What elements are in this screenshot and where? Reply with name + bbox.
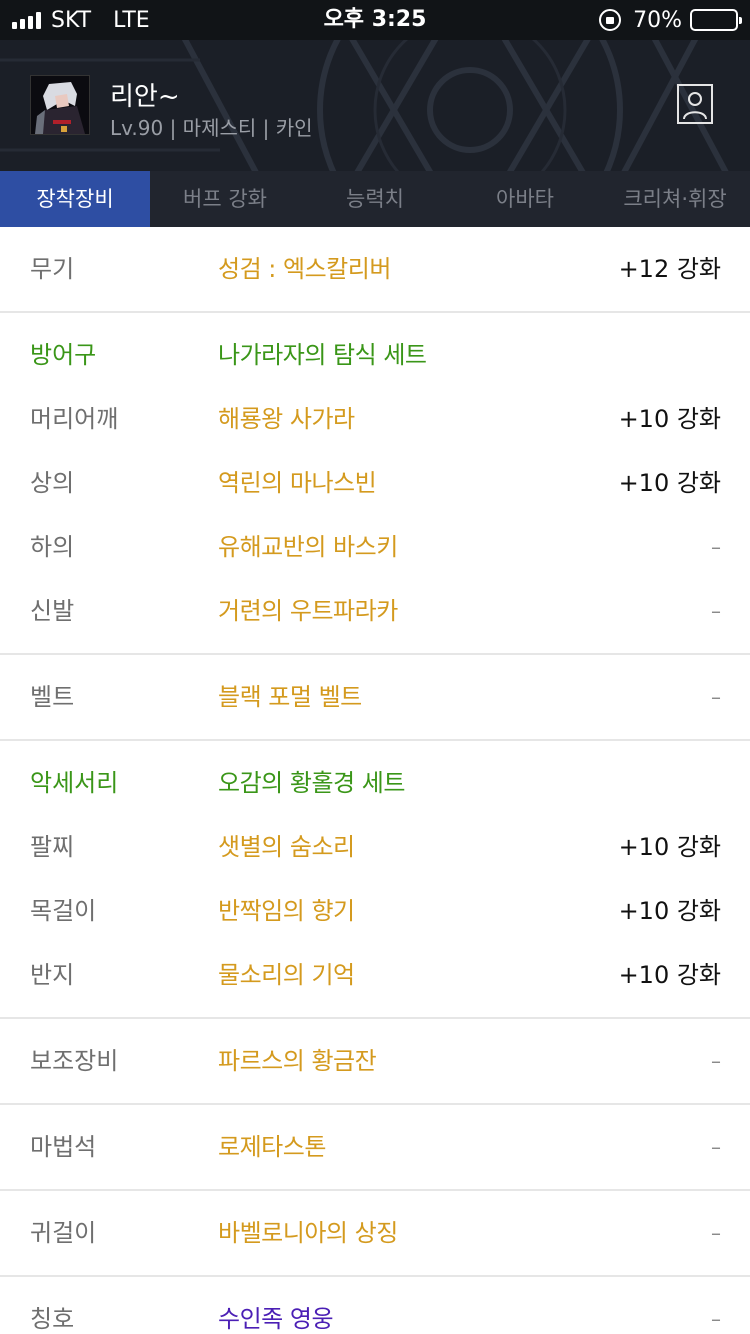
enhance-level: +10 강화: [618, 833, 721, 861]
profile-button[interactable]: [677, 84, 713, 124]
enhance-level: –: [711, 1049, 721, 1073]
equipment-row-belt[interactable]: 벨트 블랙 포멀 벨트 –: [0, 665, 750, 729]
slot-label: 머리어깨: [30, 405, 119, 433]
slot-label: 마법석: [30, 1133, 97, 1161]
enhance-level: –: [711, 599, 721, 623]
equipment-list: 무기 성검 : 엑스칼리버 +12 강화 방어구 나가라자의 탐식 세트 머리어…: [0, 227, 750, 1334]
item-name: 거련의 우트파라카: [218, 597, 398, 625]
slot-label: 무기: [30, 255, 75, 283]
slot-label: 신발: [30, 597, 75, 625]
armor-section: 방어구 나가라자의 탐식 세트 머리어깨 해룡왕 사가라 +10 강화 상의 역…: [0, 313, 750, 655]
slot-label: 벨트: [30, 683, 75, 711]
item-name: 성검 : 엑스칼리버: [218, 255, 391, 283]
user-icon: [683, 92, 707, 120]
slot-label: 반지: [30, 961, 75, 989]
equipment-row-magic-stone[interactable]: 마법석 로제타스톤 –: [0, 1115, 750, 1179]
item-name: 로제타스톤: [218, 1133, 326, 1161]
earring-section: 귀걸이 바벨로니아의 상징 –: [0, 1191, 750, 1277]
equipment-row-earring[interactable]: 귀걸이 바벨로니아의 상징 –: [0, 1201, 750, 1265]
tab-buff-enhance[interactable]: 버프 강화: [150, 171, 300, 227]
slot-label: 귀걸이: [30, 1219, 97, 1247]
profile-header: 리안~ Lv.90 | 마제스티 | 카인: [0, 40, 750, 171]
enhance-level: –: [711, 685, 721, 709]
tab-stats[interactable]: 능력치: [300, 171, 450, 227]
equipment-row-ring[interactable]: 반지 물소리의 기억 +10 강화: [0, 943, 750, 1007]
set-row-armor[interactable]: 방어구 나가라자의 탐식 세트: [0, 323, 750, 387]
group-label: 악세서리: [30, 769, 119, 797]
slot-label: 보조장비: [30, 1047, 119, 1075]
group-label: 방어구: [30, 341, 97, 369]
set-row-accessory[interactable]: 악세서리 오감의 황홀경 세트: [0, 751, 750, 815]
tab-creature-emblem[interactable]: 크리쳐·휘장: [600, 171, 750, 227]
set-name: 나가라자의 탐식 세트: [218, 341, 427, 369]
tab-avatar[interactable]: 아바타: [450, 171, 600, 227]
enhance-level: +10 강화: [618, 961, 721, 989]
equipment-row-title[interactable]: 칭호 수인족 영웅 –: [0, 1287, 750, 1334]
battery-icon: [690, 9, 742, 31]
item-name: 바벨로니아의 상징: [218, 1219, 398, 1247]
item-name: 반짝임의 향기: [218, 897, 355, 925]
equipment-row-sub[interactable]: 보조장비 파르스의 황금잔 –: [0, 1029, 750, 1093]
weapon-section: 무기 성검 : 엑스칼리버 +12 강화: [0, 227, 750, 313]
equipment-row-shoes[interactable]: 신발 거련의 우트파라카 –: [0, 579, 750, 643]
tab-equipment[interactable]: 장착장비: [0, 171, 150, 227]
enhance-level: +10 강화: [618, 897, 721, 925]
enhance-level: –: [711, 1307, 721, 1331]
item-name: 물소리의 기억: [218, 961, 355, 989]
item-name: 해룡왕 사가라: [218, 405, 355, 433]
equipment-row-top[interactable]: 상의 역린의 마나스빈 +10 강화: [0, 451, 750, 515]
item-name: 파르스의 황금잔: [218, 1047, 377, 1075]
character-info: Lv.90 | 마제스티 | 카인: [110, 116, 313, 140]
item-name: 수인족 영웅: [218, 1305, 334, 1333]
item-name: 샛별의 숨소리: [218, 833, 355, 861]
equipment-row-head-shoulder[interactable]: 머리어깨 해룡왕 사가라 +10 강화: [0, 387, 750, 451]
set-name: 오감의 황홀경 세트: [218, 769, 405, 797]
enhance-level: +10 강화: [618, 405, 721, 433]
belt-section: 벨트 블랙 포멀 벨트 –: [0, 655, 750, 741]
title-section: 칭호 수인족 영웅 –: [0, 1277, 750, 1334]
sub-equipment-section: 보조장비 파르스의 황금잔 –: [0, 1019, 750, 1105]
enhance-level: –: [711, 535, 721, 559]
item-name: 블랙 포멀 벨트: [218, 683, 362, 711]
equipment-row-bottom[interactable]: 하의 유해교반의 바스키 –: [0, 515, 750, 579]
slot-label: 칭호: [30, 1305, 75, 1333]
slot-label: 목걸이: [30, 897, 97, 925]
item-name: 유해교반의 바스키: [218, 533, 398, 561]
enhance-level: –: [711, 1221, 721, 1245]
magic-stone-section: 마법석 로제타스톤 –: [0, 1105, 750, 1191]
enhance-level: +12 강화: [618, 255, 721, 283]
slot-label: 상의: [30, 469, 75, 497]
equipment-row-bracelet[interactable]: 팔찌 샛별의 숨소리 +10 강화: [0, 815, 750, 879]
equipment-row-necklace[interactable]: 목걸이 반짝임의 향기 +10 강화: [0, 879, 750, 943]
battery-percent: 70%: [633, 7, 682, 33]
slot-label: 하의: [30, 533, 75, 561]
character-name: 리안~: [110, 82, 180, 112]
accessory-section: 악세서리 오감의 황홀경 세트 팔찌 샛별의 숨소리 +10 강화 목걸이 반짝…: [0, 741, 750, 1019]
item-name: 역린의 마나스빈: [218, 469, 377, 497]
status-bar: SKT LTE 오후 3:25 70%: [0, 0, 750, 40]
equipment-row-weapon[interactable]: 무기 성검 : 엑스칼리버 +12 강화: [0, 237, 750, 301]
enhance-level: –: [711, 1135, 721, 1159]
enhance-level: +10 강화: [618, 469, 721, 497]
rotation-lock-icon: [599, 9, 622, 31]
avatar: [30, 75, 90, 135]
slot-label: 팔찌: [30, 833, 75, 861]
tab-bar: 장착장비 버프 강화 능력치 아바타 크리쳐·휘장: [0, 171, 750, 227]
